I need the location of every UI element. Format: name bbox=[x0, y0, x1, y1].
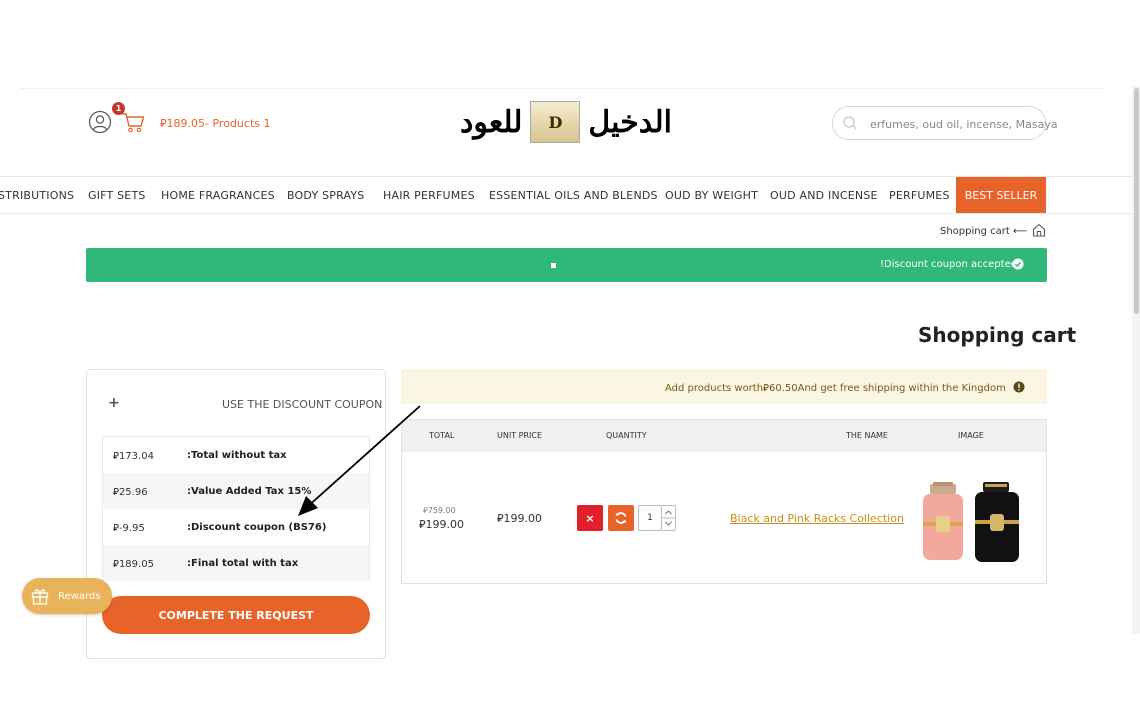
header-unit-price: UNIT PRICE bbox=[497, 431, 543, 440]
totals-label: :Final total with tax bbox=[187, 557, 299, 569]
nav-item-oud-and-incense[interactable]: OUD AND INCENSE bbox=[770, 189, 878, 202]
nav-item-oud-by-weight[interactable]: OUD BY WEIGHT bbox=[665, 189, 758, 202]
logo-emblem: D bbox=[530, 101, 581, 143]
nav-item-body-sprays[interactable]: BODY SPRAYS bbox=[287, 189, 364, 202]
rewards-button[interactable]: Rewards bbox=[22, 578, 112, 614]
home-icon[interactable] bbox=[1031, 222, 1047, 238]
row-unit-price: ⃁199.00 bbox=[497, 512, 543, 525]
quantity-input[interactable]: 1 bbox=[638, 505, 662, 531]
page-title: Shopping cart bbox=[918, 323, 1077, 347]
product-name-link[interactable]: Black and Pink Racks Collection bbox=[730, 512, 904, 525]
refresh-icon bbox=[615, 512, 627, 524]
totals-amount: ⃁-9.95 bbox=[113, 522, 145, 534]
nav-item-home-fragrances[interactable]: HOME FRAGRANCES bbox=[161, 189, 275, 202]
stepper-arrows-icon bbox=[662, 510, 675, 526]
alert-close-marker[interactable] bbox=[551, 263, 556, 268]
totals-amount: ⃁173.04 bbox=[113, 450, 154, 462]
nav-item-gift-sets[interactable]: GIFT SETS bbox=[88, 189, 146, 202]
header-divider bbox=[20, 88, 1104, 89]
gift-icon bbox=[31, 589, 49, 605]
expand-coupon-icon[interactable]: + bbox=[108, 395, 120, 411]
scrollbar-thumb[interactable] bbox=[1134, 88, 1139, 314]
nav-item-perfumes[interactable]: PERFUMES bbox=[889, 189, 950, 202]
totals-row-final: ⃁189.05 :Final total with tax bbox=[103, 545, 369, 581]
logo-text-right: الدخيل bbox=[588, 104, 672, 140]
breadcrumb[interactable]: Shopping cart ⟵ bbox=[940, 226, 1027, 237]
nav-item-best-seller[interactable]: BEST SELLER bbox=[956, 177, 1046, 213]
remove-item-button[interactable]: × bbox=[577, 505, 603, 531]
nav-item-hair-perfumes[interactable]: HAIR PERFUMES bbox=[383, 189, 475, 202]
search-icon bbox=[843, 116, 857, 130]
header-quantity: QUANTITY bbox=[606, 431, 647, 440]
header-image: IMAGE bbox=[958, 431, 984, 440]
totals-amount: ⃁189.05 bbox=[113, 558, 154, 570]
header-name: THE NAME bbox=[846, 431, 888, 440]
nav-item-distributions[interactable]: STRIBUTIONS bbox=[0, 189, 74, 202]
search-placeholder: erfumes, oud oil, incense, Masaya bbox=[870, 118, 1058, 131]
nav-item-essential-oils[interactable]: ESSENTIAL OILS AND BLENDS bbox=[489, 189, 658, 202]
totals-amount: ⃁25.96 bbox=[113, 486, 148, 498]
product-image[interactable] bbox=[919, 480, 1025, 564]
cart-count-badge: 1 bbox=[112, 102, 125, 115]
update-quantity-button[interactable] bbox=[608, 505, 634, 531]
info-icon bbox=[1013, 381, 1025, 393]
totals-label: :Total without tax bbox=[187, 449, 287, 461]
logo-text-left: للعود bbox=[460, 104, 523, 140]
complete-request-button[interactable]: COMPLETE THE REQUEST bbox=[102, 596, 370, 634]
shopping-cart-icon[interactable] bbox=[120, 110, 146, 134]
rewards-label: Rewards bbox=[58, 590, 101, 602]
header-total: TOTAL bbox=[429, 431, 455, 440]
quantity-stepper[interactable] bbox=[662, 505, 676, 531]
store-logo[interactable]: للعود D الدخيل bbox=[452, 100, 680, 144]
cart-summary[interactable]: ⃁189.05- Products 1 bbox=[160, 117, 270, 131]
check-circle-icon bbox=[1012, 258, 1024, 270]
user-account-icon[interactable] bbox=[88, 110, 112, 134]
annotation-arrow bbox=[298, 405, 421, 516]
nav-divider-bottom bbox=[0, 213, 1132, 214]
free-shipping-text: Add products worth⃁60.50And get free shi… bbox=[665, 383, 1006, 394]
alert-message: !Discount coupon accepted bbox=[880, 259, 1018, 270]
